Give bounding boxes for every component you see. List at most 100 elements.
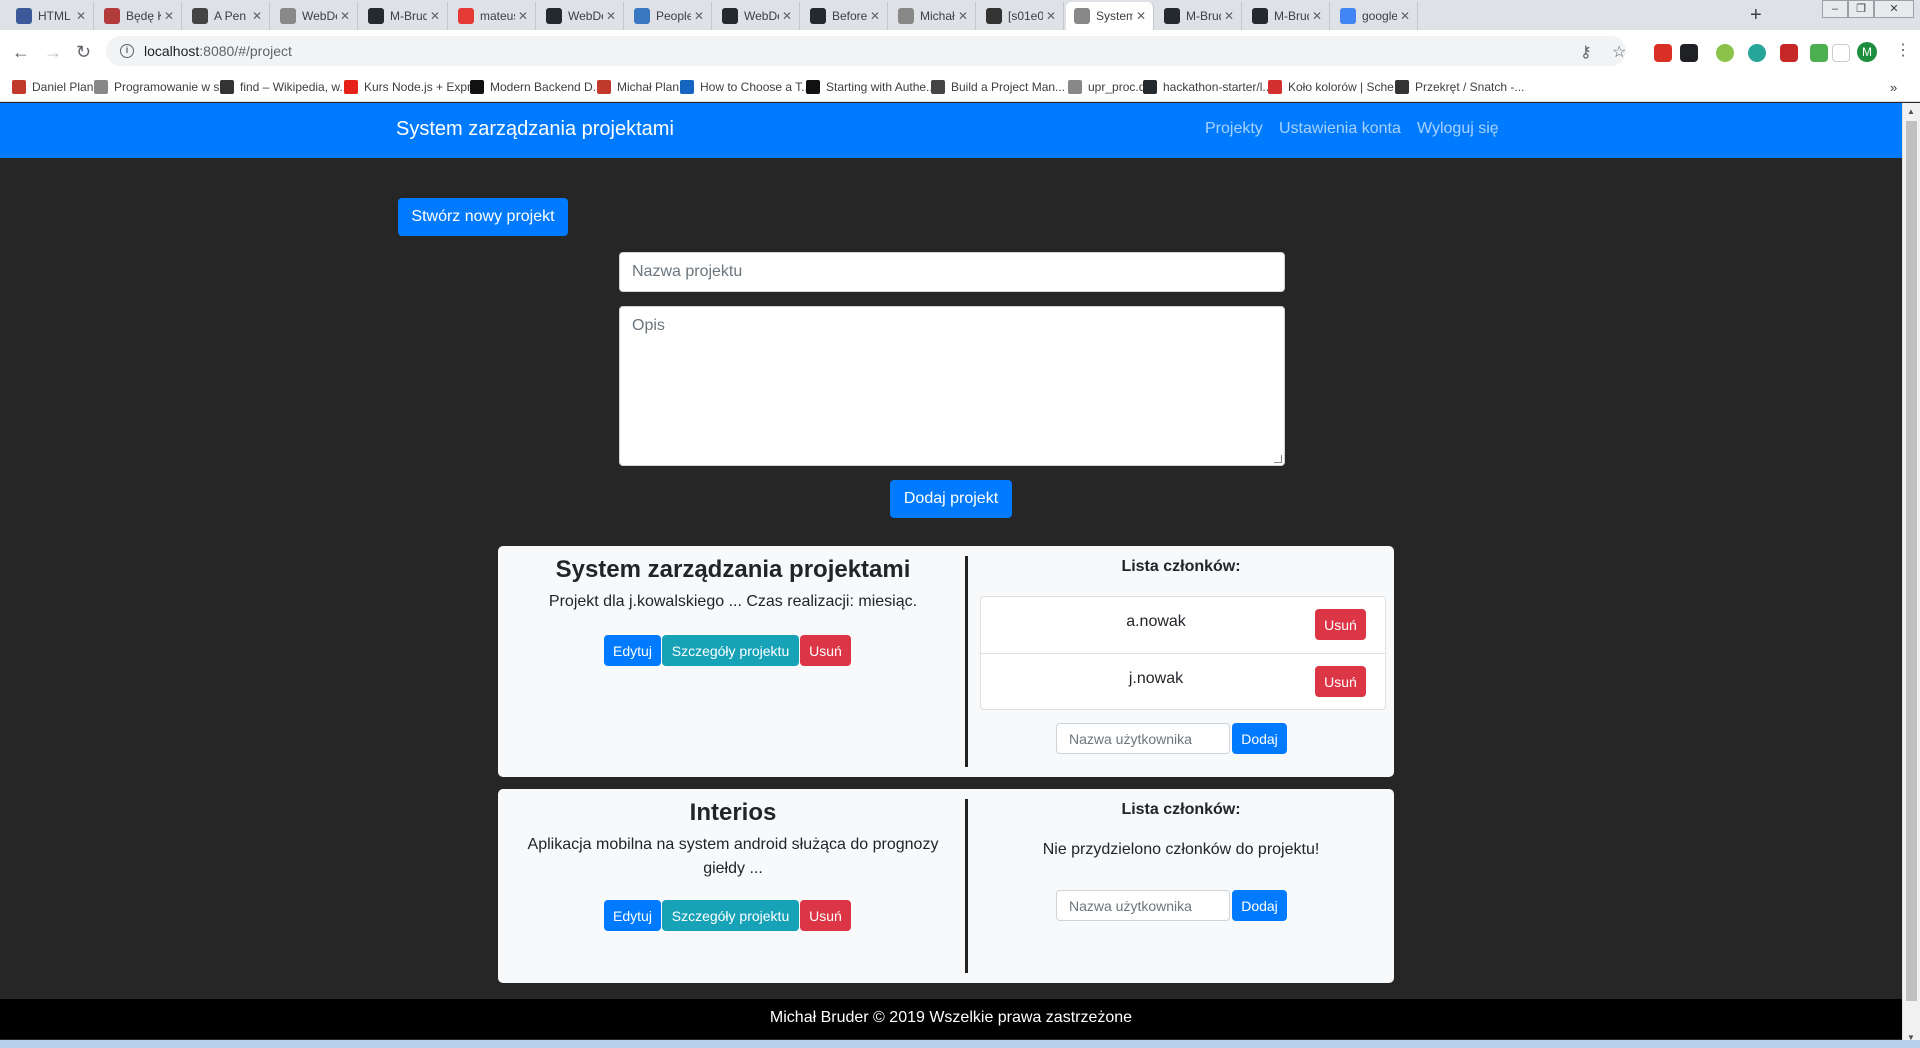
bookmark-item[interactable]: Koło kolorów | Sche... (1268, 80, 1404, 94)
create-project-button[interactable]: Stwórz nowy projekt (398, 198, 568, 236)
menu-icon[interactable]: ⋮ (1895, 40, 1911, 60)
scroll-up-icon[interactable]: ▲ (1907, 107, 1915, 116)
close-tab-icon[interactable]: ✕ (1309, 9, 1325, 23)
bookmark-item[interactable]: Modern Backend D... (470, 80, 603, 94)
scrollbar-thumb[interactable] (1906, 121, 1917, 1001)
navbar-brand[interactable]: System zarządzania projektami (396, 118, 674, 141)
browser-tab[interactable]: WebDe✕ (272, 2, 358, 30)
project-details-button[interactable]: Szczegóły projektu (662, 900, 799, 931)
close-tab-icon[interactable]: ✕ (73, 9, 89, 23)
star-icon[interactable]: ☆ (1612, 42, 1626, 62)
bookmark-item[interactable]: Michał Plan (597, 80, 679, 94)
extension-icon[interactable] (1810, 44, 1828, 62)
browser-tab[interactable]: M-Brud✕ (1244, 2, 1330, 30)
bookmark-item[interactable]: Starting with Authe... (806, 80, 936, 94)
more-bookmarks-icon[interactable]: » (1890, 80, 1897, 95)
bookmark-item[interactable]: upr_proc.dvi (1068, 80, 1154, 94)
browser-tab[interactable]: M-Brud✕ (1156, 2, 1242, 30)
bookmark-item[interactable]: Build a Project Man... (931, 80, 1065, 94)
browser-tab[interactable]: System ✕ (1066, 2, 1154, 30)
close-tab-icon[interactable]: ✕ (867, 9, 883, 23)
close-tab-icon[interactable]: ✕ (691, 9, 707, 23)
username-input[interactable]: Nazwa użytkownika (1056, 890, 1230, 921)
nav-link-logout[interactable]: Wyloguj się (1417, 120, 1499, 138)
key-icon[interactable]: ⚷ (1580, 42, 1592, 62)
remove-member-button[interactable]: Usuń (1315, 666, 1366, 697)
browser-tab[interactable]: mateusz✕ (450, 2, 536, 30)
remove-member-button[interactable]: Usuń (1315, 609, 1366, 640)
add-member-button[interactable]: Dodaj (1232, 890, 1287, 921)
bookmark-item[interactable]: hackathon-starter/l... (1143, 80, 1272, 94)
card-divider (965, 556, 968, 767)
browser-tab[interactable]: HTML C✕ (8, 2, 94, 30)
maximize-button[interactable]: ❐ (1848, 0, 1874, 18)
close-tab-icon[interactable]: ✕ (603, 9, 619, 23)
resize-handle[interactable] (1274, 455, 1282, 463)
close-tab-icon[interactable]: ✕ (161, 9, 177, 23)
page-icon (1068, 80, 1082, 94)
browser-tab[interactable]: Będę Ko✕ (96, 2, 182, 30)
browser-tab[interactable]: WebDe✕ (714, 2, 800, 30)
shield-icon[interactable] (1780, 44, 1798, 62)
browser-tab[interactable]: A Pen b✕ (184, 2, 270, 30)
extension-icon[interactable] (1680, 44, 1698, 62)
delete-project-button[interactable]: Usuń (800, 635, 851, 666)
close-tab-icon[interactable]: ✕ (1221, 9, 1237, 23)
add-member-button[interactable]: Dodaj (1232, 723, 1287, 754)
project-details-button[interactable]: Szczegóły projektu (662, 635, 799, 666)
browser-tab[interactable]: People ✕ (626, 2, 712, 30)
close-tab-icon[interactable]: ✕ (515, 9, 531, 23)
reload-icon[interactable]: ↻ (76, 42, 91, 63)
browser-tab[interactable]: Michał ✕ (890, 2, 976, 30)
close-tab-icon[interactable]: ✕ (1397, 9, 1413, 23)
back-icon[interactable]: ← (12, 42, 30, 63)
project-name-input[interactable]: Nazwa projektu (619, 252, 1285, 292)
project-card: Interios Aplikacja mobilna na system and… (498, 789, 1394, 983)
browser-tab[interactable]: M-Brud✕ (360, 2, 448, 30)
nav-link-account-settings[interactable]: Ustawienia konta (1279, 120, 1401, 138)
extension-icon[interactable] (1716, 44, 1734, 62)
description-placeholder: Opis (632, 317, 665, 334)
extension-icon[interactable] (1654, 44, 1672, 62)
bookmark-label: Starting with Authe... (826, 80, 937, 94)
info-icon[interactable]: i (120, 44, 134, 58)
add-project-button[interactable]: Dodaj projekt (890, 480, 1012, 518)
minimize-button[interactable]: – (1822, 0, 1848, 18)
bookmark-item[interactable]: How to Choose a T... (680, 80, 811, 94)
close-tab-icon[interactable]: ✕ (337, 9, 353, 23)
scrollbar[interactable]: ▲ ▼ (1902, 103, 1920, 1048)
extension-icon[interactable] (1748, 44, 1766, 62)
close-tab-icon[interactable]: ✕ (427, 9, 443, 23)
extension-icon[interactable] (1832, 44, 1850, 62)
browser-tab[interactable]: [s01e08]✕ (978, 2, 1064, 30)
image-icon (12, 80, 26, 94)
bookmark-item[interactable]: Programowanie w s... (94, 80, 229, 94)
bookmark-label: find – Wikipedia, w... (240, 80, 350, 94)
avatar[interactable]: M (1857, 42, 1877, 62)
forward-icon[interactable]: → (44, 42, 62, 63)
browser-tab[interactable]: WebDe✕ (538, 2, 624, 30)
delete-project-button[interactable]: Usuń (800, 900, 851, 931)
new-tab-button[interactable]: + (1750, 4, 1762, 27)
close-tab-icon[interactable]: ✕ (1133, 9, 1149, 23)
tab-title: M-Brud (390, 9, 427, 23)
edit-project-button[interactable]: Edytuj (604, 635, 661, 666)
close-window-button[interactable]: ✕ (1874, 0, 1914, 18)
browser-tab[interactable]: Before ✕ (802, 2, 888, 30)
close-tab-icon[interactable]: ✕ (779, 9, 795, 23)
address-host: localhost (144, 43, 200, 59)
bookmark-item[interactable]: Kurs Node.js + Expr... (344, 80, 480, 94)
close-tab-icon[interactable]: ✕ (1043, 9, 1059, 23)
close-tab-icon[interactable]: ✕ (955, 9, 971, 23)
bookmark-item[interactable]: find – Wikipedia, w... (220, 80, 349, 94)
tab-title: A Pen b (214, 9, 249, 23)
browser-tab[interactable]: google ✕ (1332, 2, 1418, 30)
nav-link-projects[interactable]: Projekty (1205, 120, 1263, 138)
edit-project-button[interactable]: Edytuj (604, 900, 661, 931)
username-input[interactable]: Nazwa użytkownika (1056, 723, 1230, 754)
address-bar[interactable]: i localhost:8080/#/project (106, 36, 1626, 66)
close-tab-icon[interactable]: ✕ (249, 9, 265, 23)
project-description-textarea[interactable]: Opis (619, 306, 1285, 466)
bookmark-item[interactable]: Przekręt / Snatch -... (1395, 80, 1524, 94)
bookmark-item[interactable]: Daniel Plan (12, 80, 93, 94)
